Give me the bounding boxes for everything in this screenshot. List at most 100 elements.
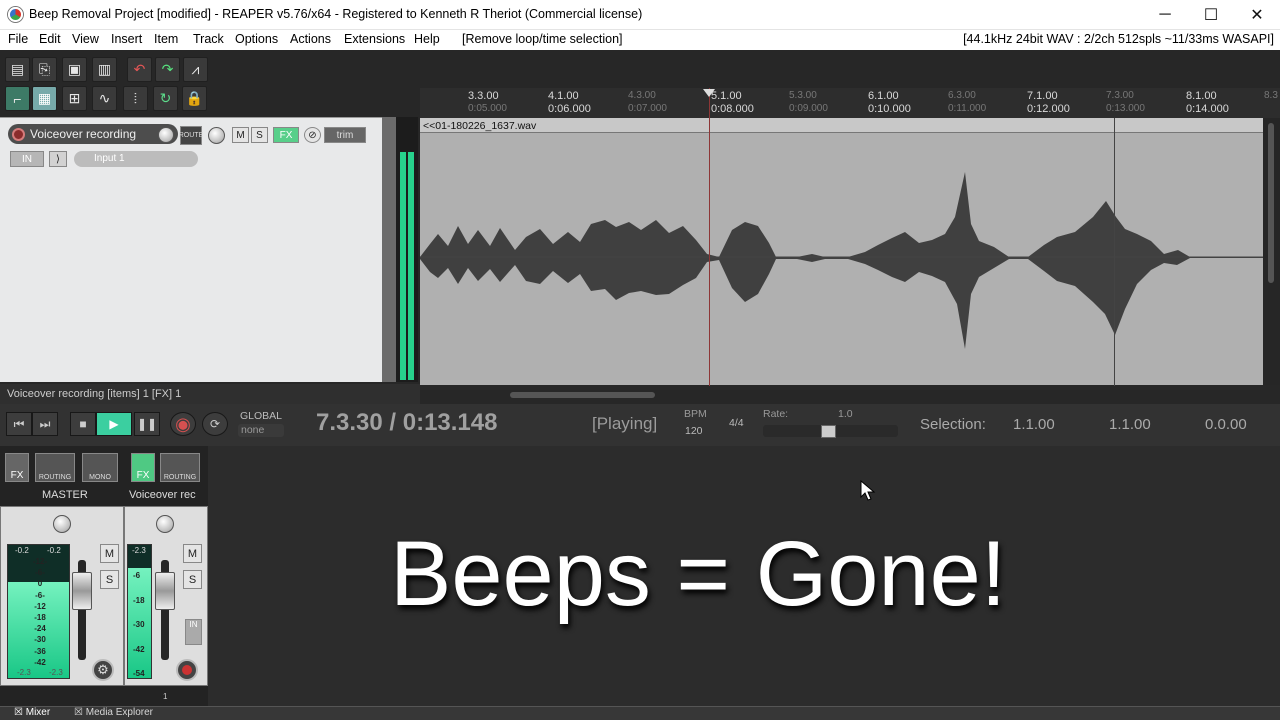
master-solo-button[interactable]: S	[100, 570, 119, 589]
repeat-icon[interactable]: ⟳	[202, 412, 228, 436]
input-selector[interactable]: Input 1	[74, 151, 198, 167]
reaper-logo-icon	[8, 7, 23, 22]
ruler-subtick: 0:07.000	[628, 103, 667, 114]
record-icon[interactable]: ◉	[170, 412, 196, 436]
bpm-value[interactable]: 120	[685, 425, 703, 437]
solo-button[interactable]: S	[251, 127, 268, 143]
track-level-meter	[396, 117, 418, 382]
menu-view[interactable]: View	[72, 32, 99, 46]
selection-length[interactable]: 0.0.00	[1205, 416, 1247, 433]
track-fx-button[interactable]: FX	[131, 453, 155, 482]
pause-icon[interactable]: ❚❚	[134, 412, 160, 436]
envelope-icon[interactable]: ∿	[92, 86, 117, 111]
docker-tabs	[0, 706, 1280, 720]
track-mute-button[interactable]: M	[183, 544, 202, 563]
play-cursor-marker-icon[interactable]	[703, 89, 715, 97]
menu-actions[interactable]: Actions	[290, 32, 331, 46]
ruler-tick: 5.1.00	[711, 90, 742, 102]
snap-toggle-icon[interactable]: ⌐	[5, 86, 30, 111]
input-monitor-button[interactable]: IN	[10, 151, 44, 167]
mute-button[interactable]: M	[232, 127, 249, 143]
project-settings-icon[interactable]: ▥	[92, 57, 117, 82]
ruler-subtick: 0:09.000	[789, 103, 828, 114]
master-fader[interactable]	[72, 572, 92, 610]
media-item-header	[420, 118, 1263, 133]
waveform[interactable]	[420, 134, 1263, 384]
track-peak: -2.3	[132, 546, 146, 555]
pan-knob[interactable]	[208, 127, 225, 144]
vertical-scrollbar[interactable]	[1263, 118, 1280, 385]
automation-trim-button[interactable]: trim	[324, 127, 366, 143]
close-button[interactable]: ✕	[1234, 0, 1280, 30]
fx-button[interactable]: FX	[273, 127, 299, 143]
play-icon[interactable]: ▶	[96, 412, 132, 436]
menu-help[interactable]: Help	[414, 32, 440, 46]
master-routing-button[interactable]: ROUTING	[35, 453, 75, 482]
menu-options[interactable]: Options	[235, 32, 278, 46]
time-display[interactable]: 7.3.30 / 0:13.148	[316, 409, 497, 437]
master-peak-right: -0.2	[47, 546, 61, 555]
grid-toggle-icon[interactable]: ▦	[32, 86, 57, 111]
metronome-icon[interactable]: ⩘	[183, 57, 208, 82]
input-fx-icon[interactable]: ⟩	[49, 151, 67, 167]
master-fx-button[interactable]: FX	[5, 453, 29, 482]
menu-edit[interactable]: Edit	[39, 32, 61, 46]
audio-device-info[interactable]: [44.1kHz 24bit WAV : 2/2ch 512spls ~11/3…	[963, 32, 1274, 46]
rate-label: Rate:	[763, 408, 789, 420]
ruler-tick: 4.3.00	[628, 90, 656, 101]
route-button[interactable]: ROUTE	[179, 126, 203, 145]
play-cursor[interactable]	[709, 88, 710, 386]
open-project-icon[interactable]: ⎘	[32, 57, 57, 82]
track-solo-button[interactable]: S	[183, 570, 202, 589]
loop-toggle-icon[interactable]: ↻	[153, 86, 178, 111]
master-mono-button[interactable]: MONO	[82, 453, 118, 482]
track-input-monitor-button[interactable]: IN	[185, 619, 202, 645]
selection-start[interactable]: 1.1.00	[1013, 416, 1055, 433]
volume-knob[interactable]	[158, 127, 174, 143]
edit-cursor	[1114, 118, 1115, 386]
menu-track[interactable]: Track	[193, 32, 224, 46]
stop-icon[interactable]: ■	[70, 412, 96, 436]
automation-mode-select[interactable]: none	[238, 424, 284, 437]
tcp-scrollbar[interactable]	[382, 117, 396, 382]
track-name-field[interactable]: Voiceover recording	[8, 124, 178, 144]
go-to-end-icon[interactable]: ⏭	[32, 412, 58, 436]
track-fader[interactable]	[155, 572, 175, 610]
menu-extensions[interactable]: Extensions	[344, 32, 405, 46]
record-arm-button[interactable]	[12, 128, 25, 141]
rate-value[interactable]: 1.0	[838, 408, 853, 420]
menu-insert[interactable]: Insert	[111, 32, 142, 46]
selection-end[interactable]: 1.1.00	[1109, 416, 1151, 433]
track-record-arm-button[interactable]	[176, 659, 198, 681]
menu-item[interactable]: Item	[154, 32, 178, 46]
lock-icon[interactable]: 🔒	[182, 86, 207, 111]
master-mute-button[interactable]: M	[100, 544, 119, 563]
time-signature[interactable]: 4/4	[729, 417, 744, 429]
remove-loop-selection-action[interactable]: [Remove loop/time selection]	[462, 32, 623, 46]
ruler-tick: 4.1.00	[548, 90, 579, 102]
tab-media-explorer[interactable]: ☒ Media Explorer	[74, 707, 153, 718]
go-to-start-icon[interactable]: ⏮	[6, 412, 32, 436]
save-project-icon[interactable]: ▣	[62, 57, 87, 82]
menu-file[interactable]: File	[8, 32, 28, 46]
rate-slider[interactable]	[763, 425, 898, 438]
master-pan-knob[interactable]	[53, 515, 71, 533]
track-status-line: Voiceover recording [items] 1 [FX] 1	[0, 384, 420, 404]
master-settings-gear-icon[interactable]: ⚙	[92, 659, 114, 681]
horizontal-scrollbar[interactable]	[420, 386, 1280, 404]
mouse-pointer-icon	[860, 480, 876, 501]
rate-slider-thumb[interactable]	[821, 425, 836, 438]
minimize-button[interactable]: ─	[1142, 0, 1188, 30]
redo-icon[interactable]: ↷	[155, 57, 180, 82]
item-grouping-icon[interactable]: ⊞	[62, 86, 87, 111]
track-routing-button[interactable]: ROUTING	[160, 453, 200, 482]
undo-icon[interactable]: ↶	[127, 57, 152, 82]
global-automation-label[interactable]: GLOBAL	[240, 410, 282, 422]
tab-mixer[interactable]: ☒ Mixer	[14, 707, 50, 718]
new-project-icon[interactable]: ▤	[5, 57, 30, 82]
ripple-edit-icon[interactable]: ⦙	[123, 86, 148, 111]
phase-icon[interactable]: ⊘	[304, 127, 321, 143]
maximize-button[interactable]: ☐	[1188, 0, 1234, 30]
master-label: MASTER	[42, 489, 88, 501]
track-pan-knob[interactable]	[156, 515, 174, 533]
